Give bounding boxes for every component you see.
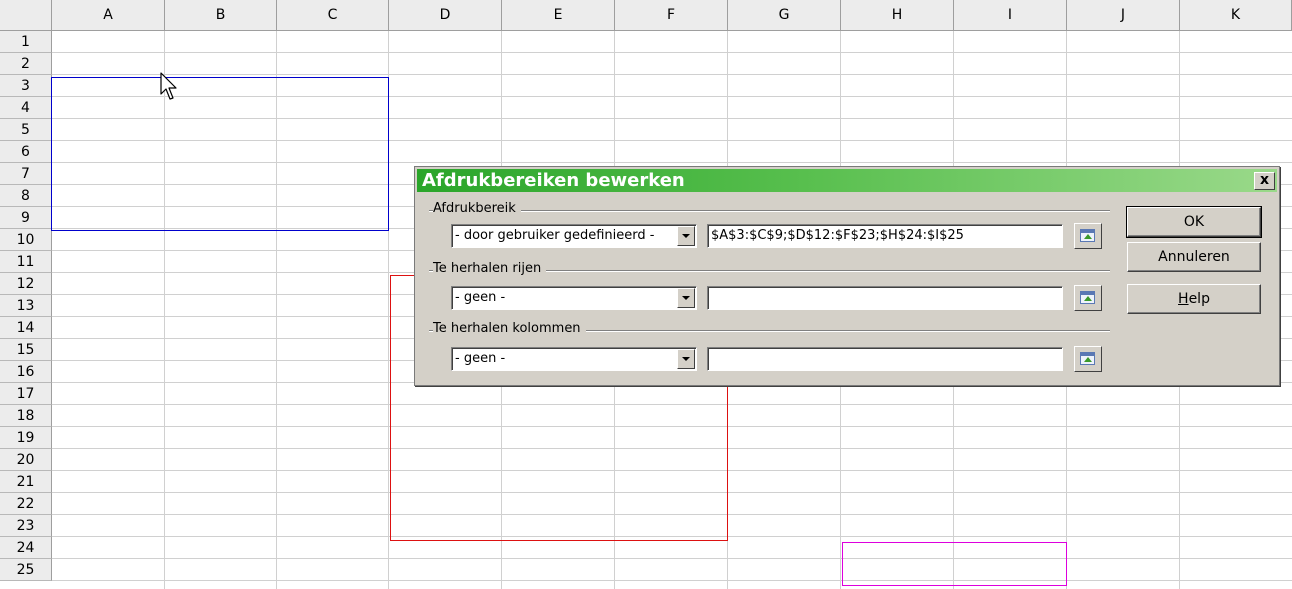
group-separator (429, 210, 1110, 212)
mouse-cursor-icon (160, 72, 177, 100)
grid-line (52, 580, 1292, 581)
repeat-rows-group-label: Te herhalen rijen (433, 261, 547, 276)
column-header-b[interactable]: B (165, 0, 277, 31)
dialog-title: Afdrukbereiken bewerken (422, 170, 685, 191)
close-button[interactable]: x (1254, 172, 1275, 190)
row-header-17[interactable]: 17 (0, 383, 52, 405)
row-header-20[interactable]: 20 (0, 449, 52, 471)
column-header-e[interactable]: E (502, 0, 615, 31)
print-range-select-value: - door gebruiker gedefinieerd - (455, 228, 655, 243)
row-header-3[interactable]: 3 (0, 75, 52, 97)
repeat-columns-input[interactable] (707, 347, 1063, 371)
row-header-16[interactable]: 16 (0, 361, 52, 383)
chevron-down-icon[interactable] (677, 226, 695, 246)
row-header-2[interactable]: 2 (0, 53, 52, 75)
help-button[interactable]: Help (1127, 284, 1261, 314)
row-header-15[interactable]: 15 (0, 339, 52, 361)
print-range-input-value: $A$3:$C$9;$D$12:$F$23;$H$24:$I$25 (711, 228, 964, 243)
row-header-8[interactable]: 8 (0, 185, 52, 207)
repeat-columns-select[interactable]: - geen - (451, 347, 697, 371)
close-icon: x (1259, 172, 1270, 188)
repeat-rows-input[interactable] (707, 286, 1063, 310)
chevron-down-icon[interactable] (677, 349, 695, 369)
row-header-24[interactable]: 24 (0, 537, 52, 559)
row-header-22[interactable]: 22 (0, 493, 52, 515)
column-header-j[interactable]: J (1067, 0, 1180, 31)
row-header-1[interactable]: 1 (0, 31, 52, 53)
grid-line (52, 74, 1292, 75)
row-header-18[interactable]: 18 (0, 405, 52, 427)
row-header-11[interactable]: 11 (0, 251, 52, 273)
select-all-corner[interactable] (0, 0, 52, 31)
print-range-input[interactable]: $A$3:$C$9;$D$12:$F$23;$H$24:$I$25 (707, 224, 1063, 248)
help-mnemonic: H (1178, 291, 1189, 307)
column-header-g[interactable]: G (728, 0, 841, 31)
repeat-rows-shrink-button[interactable] (1074, 285, 1102, 311)
repeat-columns-select-value: - geen - (455, 351, 506, 366)
row-header-4[interactable]: 4 (0, 97, 52, 119)
column-header-i[interactable]: I (954, 0, 1067, 31)
chevron-down-icon[interactable] (677, 288, 695, 308)
repeat-columns-shrink-button[interactable] (1074, 346, 1102, 372)
row-header-10[interactable]: 10 (0, 229, 52, 251)
repeat-rows-select[interactable]: - geen - (451, 286, 697, 310)
print-range-outline-1 (51, 77, 389, 231)
ok-button[interactable]: OK (1126, 206, 1262, 238)
shrink-dialog-icon (1080, 291, 1095, 304)
print-range-select[interactable]: - door gebruiker gedefinieerd - (451, 224, 697, 248)
row-header-21[interactable]: 21 (0, 471, 52, 493)
column-header-k[interactable]: K (1180, 0, 1292, 31)
row-header-13[interactable]: 13 (0, 295, 52, 317)
help-label-rest: elp (1188, 291, 1210, 307)
repeat-columns-group-label: Te herhalen kolommen (433, 321, 586, 336)
column-header-d[interactable]: D (389, 0, 502, 31)
row-header-14[interactable]: 14 (0, 317, 52, 339)
row-header-23[interactable]: 23 (0, 515, 52, 537)
repeat-rows-select-value: - geen - (455, 290, 506, 305)
row-header-19[interactable]: 19 (0, 427, 52, 449)
dialog-titlebar[interactable]: Afdrukbereiken bewerken x (417, 169, 1277, 192)
print-range-shrink-button[interactable] (1074, 223, 1102, 249)
row-header-5[interactable]: 5 (0, 119, 52, 141)
row-header-12[interactable]: 12 (0, 273, 52, 295)
grid-line (52, 558, 1292, 559)
column-header-h[interactable]: H (841, 0, 954, 31)
print-range-group-label: Afdrukbereik (433, 201, 521, 216)
row-header-25[interactable]: 25 (0, 559, 52, 581)
grid-line (52, 52, 1292, 53)
column-header-f[interactable]: F (615, 0, 728, 31)
row-header-6[interactable]: 6 (0, 141, 52, 163)
edit-print-ranges-dialog: Afdrukbereiken bewerken x Afdrukbereik -… (414, 166, 1280, 386)
row-header-7[interactable]: 7 (0, 163, 52, 185)
row-header-9[interactable]: 9 (0, 207, 52, 229)
column-header-c[interactable]: C (277, 0, 389, 31)
column-header-a[interactable]: A (52, 0, 165, 31)
shrink-dialog-icon (1080, 352, 1095, 365)
cancel-button[interactable]: Annuleren (1127, 242, 1261, 272)
print-range-outline-3 (842, 542, 1067, 586)
shrink-dialog-icon (1080, 229, 1095, 242)
